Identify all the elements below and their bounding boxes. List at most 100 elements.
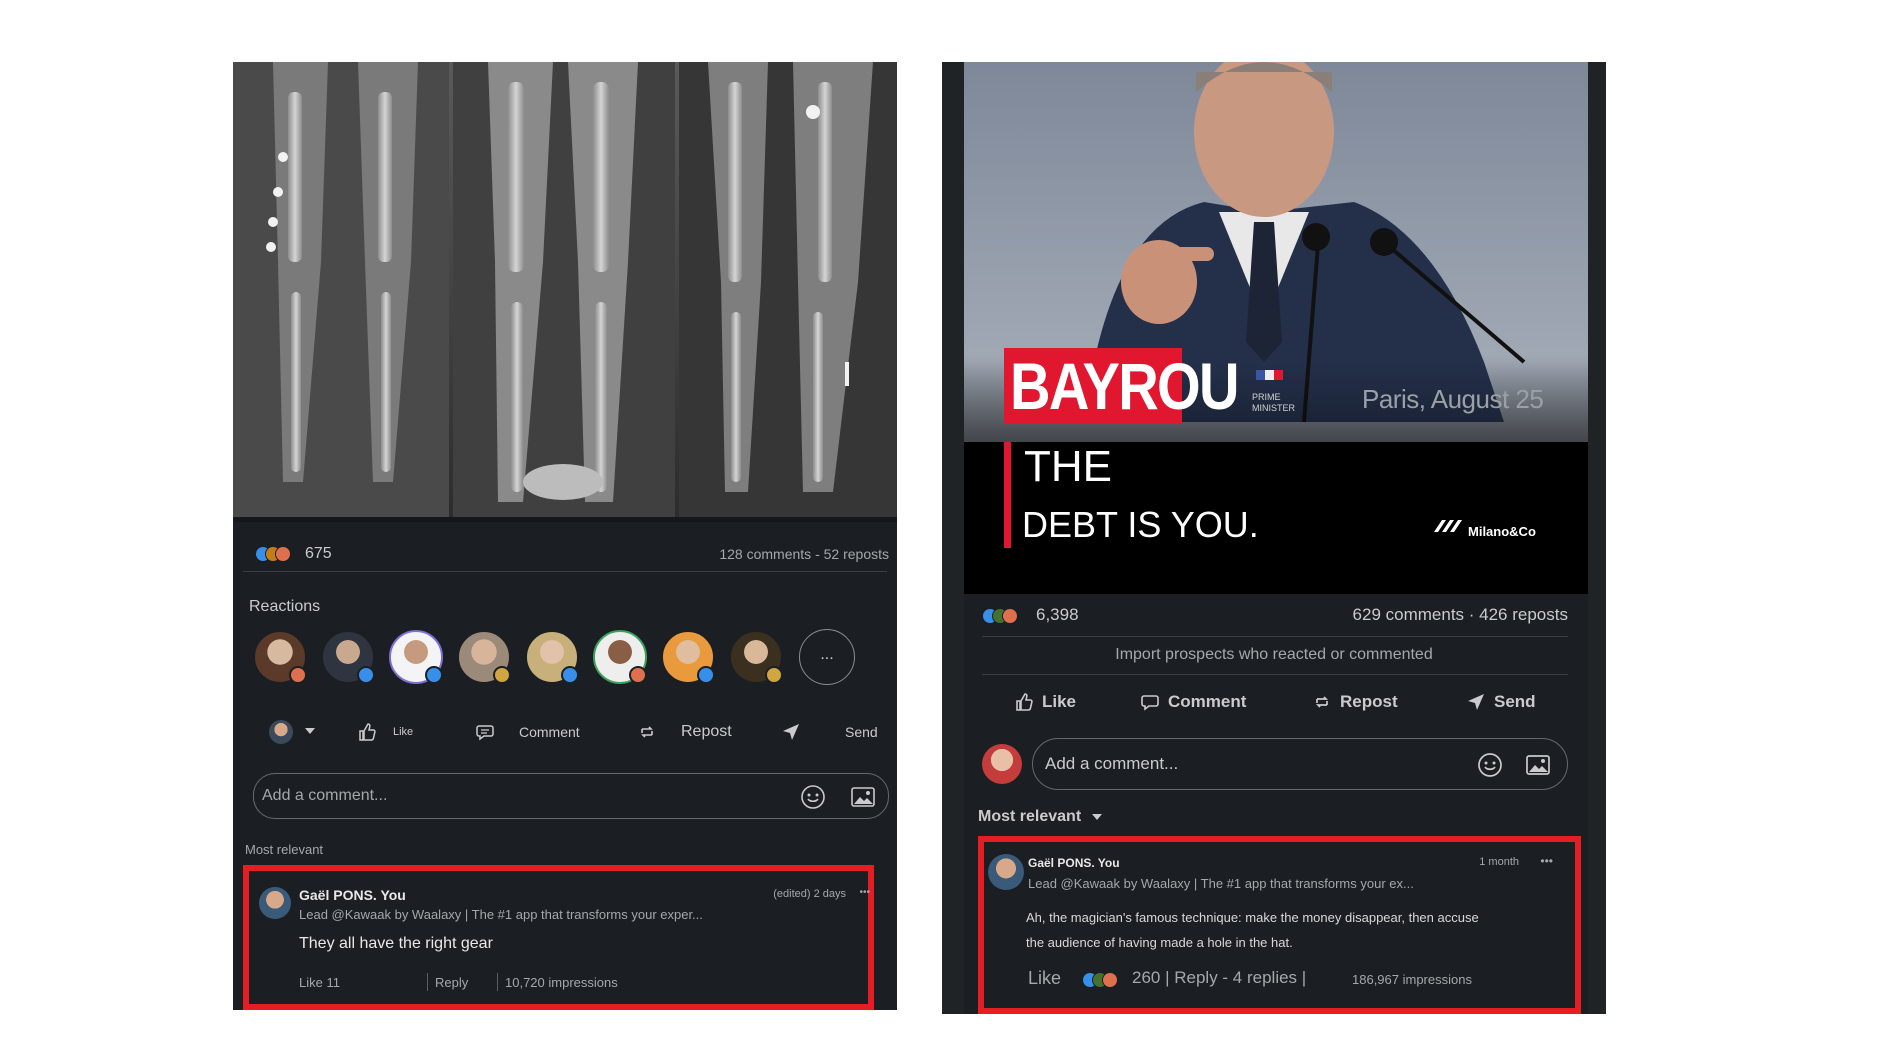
commenter-avatar[interactable] — [259, 887, 291, 919]
comment-icon — [1141, 695, 1159, 711]
comment-input-placeholder[interactable]: Add a comment... — [1045, 754, 1178, 774]
like-button[interactable]: Like — [1014, 692, 1076, 712]
banner-name: BAYROU — [1010, 349, 1239, 423]
like-icon — [359, 723, 376, 741]
repost-icon — [641, 726, 653, 738]
reactor-avatar[interactable] — [729, 630, 783, 684]
banner-role-line1: PRIME — [1252, 392, 1281, 402]
reactions-heading: Reactions — [249, 598, 321, 615]
banner-location: Paris, August 25 — [1362, 384, 1544, 414]
send-button[interactable]: Send — [781, 722, 878, 742]
repost-icon — [1315, 696, 1329, 708]
comment-label: Comment — [519, 724, 580, 740]
send-icon — [1468, 694, 1484, 710]
divider — [243, 571, 887, 572]
like-badge-icon — [697, 666, 715, 684]
comment-impressions[interactable]: 10,720 impressions — [505, 975, 618, 990]
comment-reply-button[interactable]: Reply — [435, 975, 468, 990]
comment-text-line2: the audience of having made a hole in th… — [1026, 935, 1293, 950]
reactor-avatar[interactable] — [457, 630, 511, 684]
highlighted-comment: Gaël PONS. You (edited) 2 days ••• Lead … — [243, 865, 874, 1010]
comment-icon — [476, 725, 494, 741]
comment-reaction-stats[interactable]: 260 | Reply - 4 replies | — [1132, 968, 1306, 988]
like-badge-icon — [561, 666, 579, 684]
comments-reposts-stats[interactable]: 128 comments - 52 reposts — [719, 546, 889, 562]
sort-dropdown[interactable]: Most relevant — [245, 842, 323, 857]
divider — [982, 636, 1568, 637]
comment-author[interactable]: Gaël PONS. You — [1028, 856, 1120, 870]
repost-button[interactable]: Repost — [1312, 692, 1398, 712]
insight-badge-icon — [493, 666, 511, 684]
xray-image[interactable] — [233, 62, 897, 522]
chevron-down-icon[interactable] — [305, 728, 315, 734]
like-badge-icon — [357, 666, 375, 684]
reactor-avatar[interactable] — [321, 630, 375, 684]
love-badge-icon — [289, 666, 307, 684]
reactor-avatar[interactable] — [253, 630, 307, 684]
user-avatar[interactable] — [982, 744, 1022, 784]
reactor-avatar[interactable] — [593, 630, 647, 684]
comment-menu-button[interactable]: ••• — [1540, 854, 1553, 868]
comments-reposts-stats[interactable]: 629 comments · 426 reposts — [1353, 605, 1568, 625]
love-badge-icon — [629, 666, 647, 684]
image-icon[interactable] — [850, 784, 876, 810]
highlighted-comment: Gaël PONS. You 1 month ••• Lead @Kawaak … — [978, 836, 1581, 1014]
banner-line2: DEBT IS YOU. — [1022, 504, 1259, 545]
comment-input-placeholder[interactable]: Add a comment... — [262, 787, 387, 805]
reaction-count[interactable]: 675 — [305, 545, 332, 563]
love-reaction-icon — [1102, 972, 1118, 988]
like-icon — [1016, 693, 1033, 711]
right-post-panel: BAYROU PRIME MINISTER Paris, August 25 T… — [942, 62, 1606, 1014]
banner-role-line2: MINISTER — [1252, 403, 1296, 413]
like-label: Like — [393, 726, 414, 738]
comment-label: Comment — [1168, 692, 1247, 711]
separator — [497, 973, 498, 991]
comment-reaction-icons — [1082, 972, 1118, 988]
sort-dropdown[interactable]: Most relevant — [978, 808, 1102, 826]
comment-input-box[interactable]: Add a comment... — [1032, 738, 1568, 790]
repost-button[interactable]: Repost — [637, 722, 732, 742]
reactor-avatar[interactable] — [389, 630, 443, 684]
chevron-down-icon — [1091, 813, 1102, 820]
separator — [427, 973, 428, 991]
panel-edge — [1588, 62, 1606, 1014]
comment-text: They all have the right gear — [299, 935, 493, 952]
send-button[interactable]: Send — [1466, 692, 1536, 712]
comment-button[interactable]: Comment — [1140, 692, 1246, 712]
comment-button[interactable]: Comment — [475, 722, 580, 742]
like-button[interactable]: Like — [357, 722, 413, 742]
comment-input-box[interactable]: Add a comment... — [253, 773, 889, 819]
repost-label: Repost — [681, 723, 732, 740]
comment-like-button[interactable]: Like 11 — [299, 975, 340, 990]
panel-edge — [942, 62, 964, 1014]
comment-headline: Lead @Kawaak by Waalaxy | The #1 app tha… — [1028, 876, 1414, 891]
banner-role: PRIME MINISTER — [1252, 392, 1295, 414]
import-prospects-link[interactable]: Import prospects who reacted or commente… — [942, 646, 1606, 664]
image-icon[interactable] — [1525, 752, 1551, 778]
banner-brand: Milano&Co — [1468, 524, 1536, 539]
divider — [982, 674, 1568, 675]
banner-line1: THE — [1024, 442, 1112, 491]
comment-impressions[interactable]: 186,967 impressions — [1352, 972, 1472, 987]
like-badge-icon — [425, 666, 443, 684]
commenter-avatar[interactable] — [988, 854, 1024, 890]
like-label: Like — [1042, 692, 1077, 711]
comment-author[interactable]: Gaël PONS. You — [299, 887, 406, 903]
emoji-icon[interactable] — [1477, 752, 1503, 778]
send-icon — [783, 724, 799, 740]
reactor-avatar[interactable] — [661, 630, 715, 684]
love-reaction-icon — [275, 546, 291, 562]
reaction-icons — [255, 546, 291, 562]
love-reaction-icon — [1002, 608, 1018, 624]
comment-time: 1 month — [1479, 856, 1519, 868]
more-reactions-button[interactable]: ... — [799, 629, 855, 685]
reaction-icons — [982, 608, 1018, 624]
reactor-avatar[interactable] — [525, 630, 579, 684]
actor-avatar[interactable] — [269, 720, 293, 744]
reaction-count[interactable]: 6,398 — [1036, 605, 1079, 625]
comment-like-button[interactable]: Like — [1028, 968, 1061, 989]
comment-text-line1: Ah, the magician's famous technique: mak… — [1026, 910, 1479, 925]
comment-menu-button[interactable]: ••• — [859, 887, 870, 898]
emoji-icon[interactable] — [800, 784, 826, 810]
insight-badge-icon — [765, 666, 783, 684]
